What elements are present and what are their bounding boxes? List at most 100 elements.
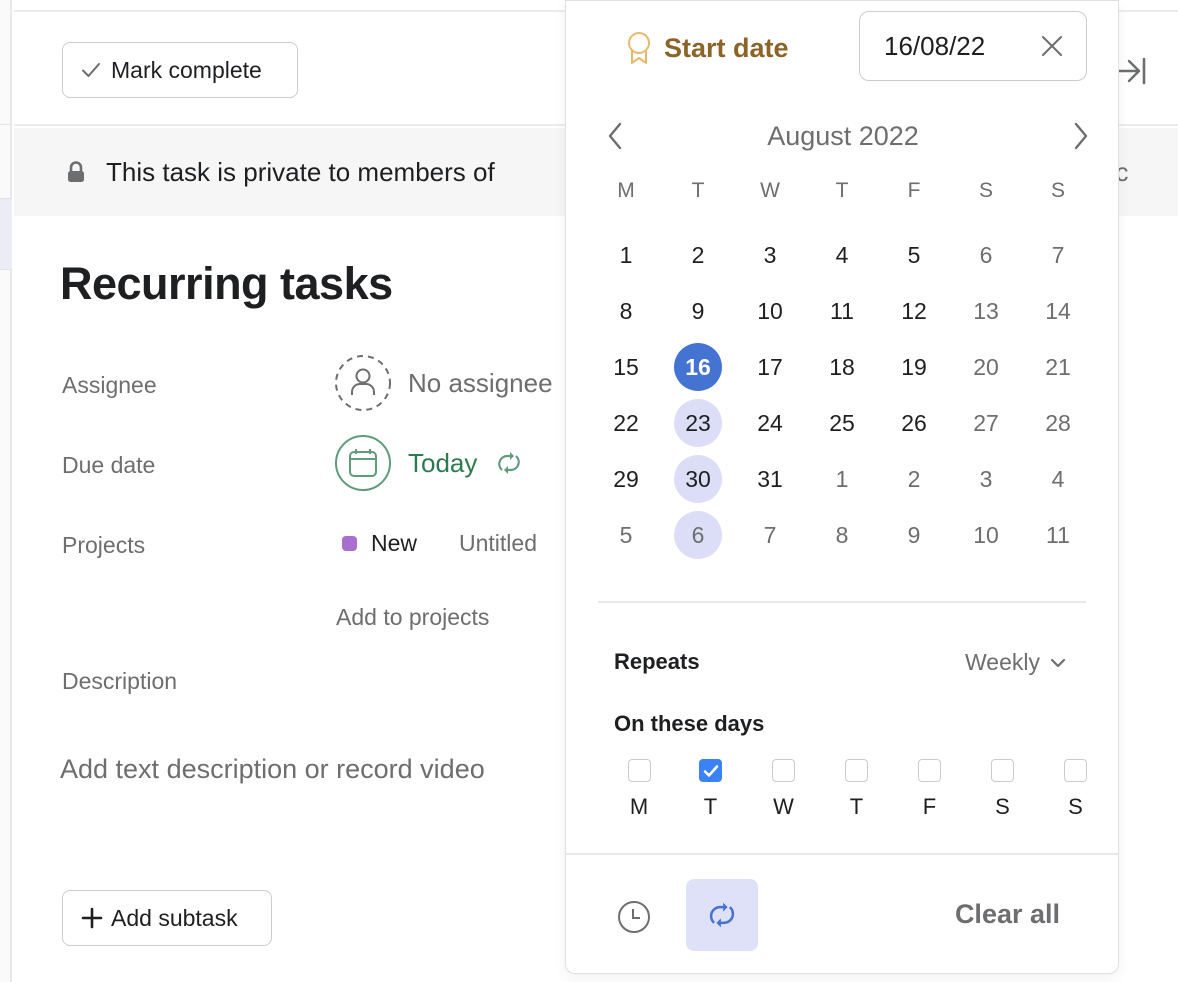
calendar-day[interactable]: 24 — [746, 399, 794, 447]
date-input[interactable]: 16/08/22 — [859, 11, 1087, 81]
calendar-day[interactable]: 13 — [962, 287, 1010, 335]
weekday-letter: T — [849, 794, 864, 819]
calendar-day[interactable]: 3 — [746, 231, 794, 279]
calendar-day[interactable]: 19 — [890, 343, 938, 391]
calendar-week-row: 5 6 7 8 9 10 11 — [590, 507, 1094, 563]
calendar-day-recurring[interactable]: 23 — [674, 399, 722, 447]
calendar-day[interactable]: 2 — [890, 455, 938, 503]
weekday-checkbox[interactable] — [772, 759, 795, 782]
weekday-option: M — [604, 759, 674, 820]
assignee-label: Assignee — [62, 372, 157, 398]
due-date-field[interactable]: Today — [334, 434, 525, 492]
project-untitled[interactable]: Untitled — [459, 530, 537, 557]
calendar-day[interactable]: 7 — [1034, 231, 1082, 279]
calendar-day-cell: 23 — [662, 395, 734, 451]
calendar-day-recurring[interactable]: 6 — [674, 511, 722, 559]
calendar-day-cell: 25 — [806, 395, 878, 451]
calendar-day[interactable]: 29 — [602, 455, 650, 503]
calendar-day-cell: 21 — [1022, 339, 1094, 395]
calendar-day[interactable]: 17 — [746, 343, 794, 391]
calendar-day[interactable]: 4 — [1034, 455, 1082, 503]
calendar-day[interactable]: 11 — [1034, 511, 1082, 559]
calendar-day[interactable]: 6 — [962, 231, 1010, 279]
calendar-day-cell: 6 — [950, 227, 1022, 283]
calendar-day[interactable]: 9 — [674, 287, 722, 335]
project-new[interactable]: New — [371, 530, 417, 557]
weekday-header: M — [617, 179, 635, 202]
selected-list-row[interactable] — [0, 198, 12, 270]
calendar-day-cell: 7 — [1022, 227, 1094, 283]
add-to-projects-link[interactable]: Add to projects — [336, 604, 489, 631]
calendar-day[interactable]: 10 — [962, 511, 1010, 559]
calendar-day[interactable]: 8 — [818, 511, 866, 559]
projects-label: Projects — [62, 532, 146, 558]
calendar-day-selected[interactable]: 16 — [674, 343, 722, 391]
assignee-value: No assignee — [408, 367, 553, 398]
repeats-dropdown[interactable]: Weekly — [965, 649, 1066, 676]
start-date-button[interactable]: Start date — [626, 31, 789, 65]
weekday-letter: F — [922, 794, 937, 819]
repeats-value: Weekly — [965, 649, 1040, 675]
calendar-day[interactable]: 8 — [602, 287, 650, 335]
calendar-day-cell: 16 — [662, 339, 734, 395]
weekday-letter: T — [703, 794, 718, 819]
calendar-day[interactable]: 5 — [602, 511, 650, 559]
calendar-day[interactable]: 3 — [962, 455, 1010, 503]
chevron-down-icon — [1050, 658, 1066, 667]
calendar-day-cell: 2 — [878, 451, 950, 507]
calendar-day[interactable]: 7 — [746, 511, 794, 559]
weekday-checkbox[interactable] — [991, 759, 1014, 782]
calendar-day[interactable]: 27 — [962, 399, 1010, 447]
calendar-day[interactable]: 28 — [1034, 399, 1082, 447]
ribbon-icon — [628, 32, 650, 64]
calendar-day[interactable]: 18 — [818, 343, 866, 391]
calendar-day[interactable]: 31 — [746, 455, 794, 503]
calendar-month-label: August 2022 — [767, 121, 919, 151]
calendar-day[interactable]: 11 — [818, 287, 866, 335]
calendar-day-cell: 5 — [590, 507, 662, 563]
calendar-day[interactable]: 21 — [1034, 343, 1082, 391]
calendar-day-cell: 11 — [1022, 507, 1094, 563]
calendar-day[interactable]: 25 — [818, 399, 866, 447]
calendar-day[interactable]: 12 — [890, 287, 938, 335]
calendar-day[interactable]: 1 — [818, 455, 866, 503]
weekday-checkbox[interactable] — [699, 759, 722, 782]
calendar-day-cell: 1 — [806, 451, 878, 507]
weekday-option: S — [966, 759, 1039, 820]
calendar-day[interactable]: 9 — [890, 511, 938, 559]
task-title[interactable]: Recurring tasks — [60, 258, 393, 310]
calendar-day[interactable]: 4 — [818, 231, 866, 279]
calendar-day-cell: 10 — [734, 283, 806, 339]
next-month-button[interactable] — [1072, 121, 1090, 156]
clear-all-button[interactable]: Clear all — [955, 899, 1060, 930]
calendar-day-cell: 11 — [806, 283, 878, 339]
recurrence-button[interactable] — [686, 879, 758, 951]
weekday-checkbox[interactable] — [918, 759, 941, 782]
calendar-day[interactable]: 20 — [962, 343, 1010, 391]
calendar-day-cell: 9 — [878, 507, 950, 563]
calendar-day[interactable]: 26 — [890, 399, 938, 447]
weekday-checkbox[interactable] — [1064, 759, 1087, 782]
calendar-day-recurring[interactable]: 30 — [674, 455, 722, 503]
clear-date-button[interactable] — [1040, 34, 1064, 65]
mark-complete-button[interactable]: Mark complete — [62, 42, 298, 98]
calendar-day[interactable]: 22 — [602, 399, 650, 447]
add-subtask-button[interactable]: Add subtask — [62, 890, 272, 946]
calendar-day[interactable]: 14 — [1034, 287, 1082, 335]
calendar-day[interactable]: 15 — [602, 343, 650, 391]
calendar-day-cell: 15 — [590, 339, 662, 395]
weekday-header: F — [907, 179, 921, 202]
calendar-day[interactable]: 5 — [890, 231, 938, 279]
weekday-header-row: MTWTFSS — [590, 179, 1094, 227]
calendar-day[interactable]: 2 — [674, 231, 722, 279]
calendar-day[interactable]: 10 — [746, 287, 794, 335]
assignee-field[interactable]: No assignee — [334, 354, 553, 412]
calendar-day[interactable]: 1 — [602, 231, 650, 279]
add-time-button[interactable] — [614, 897, 654, 937]
weekday-checkbox[interactable] — [845, 759, 868, 782]
weekday-checkbox[interactable] — [627, 759, 651, 782]
divider — [598, 601, 1086, 603]
mark-complete-label: Mark complete — [111, 56, 262, 83]
calendar-day-cell: 24 — [734, 395, 806, 451]
description-input[interactable]: Add text description or record video — [60, 754, 485, 785]
